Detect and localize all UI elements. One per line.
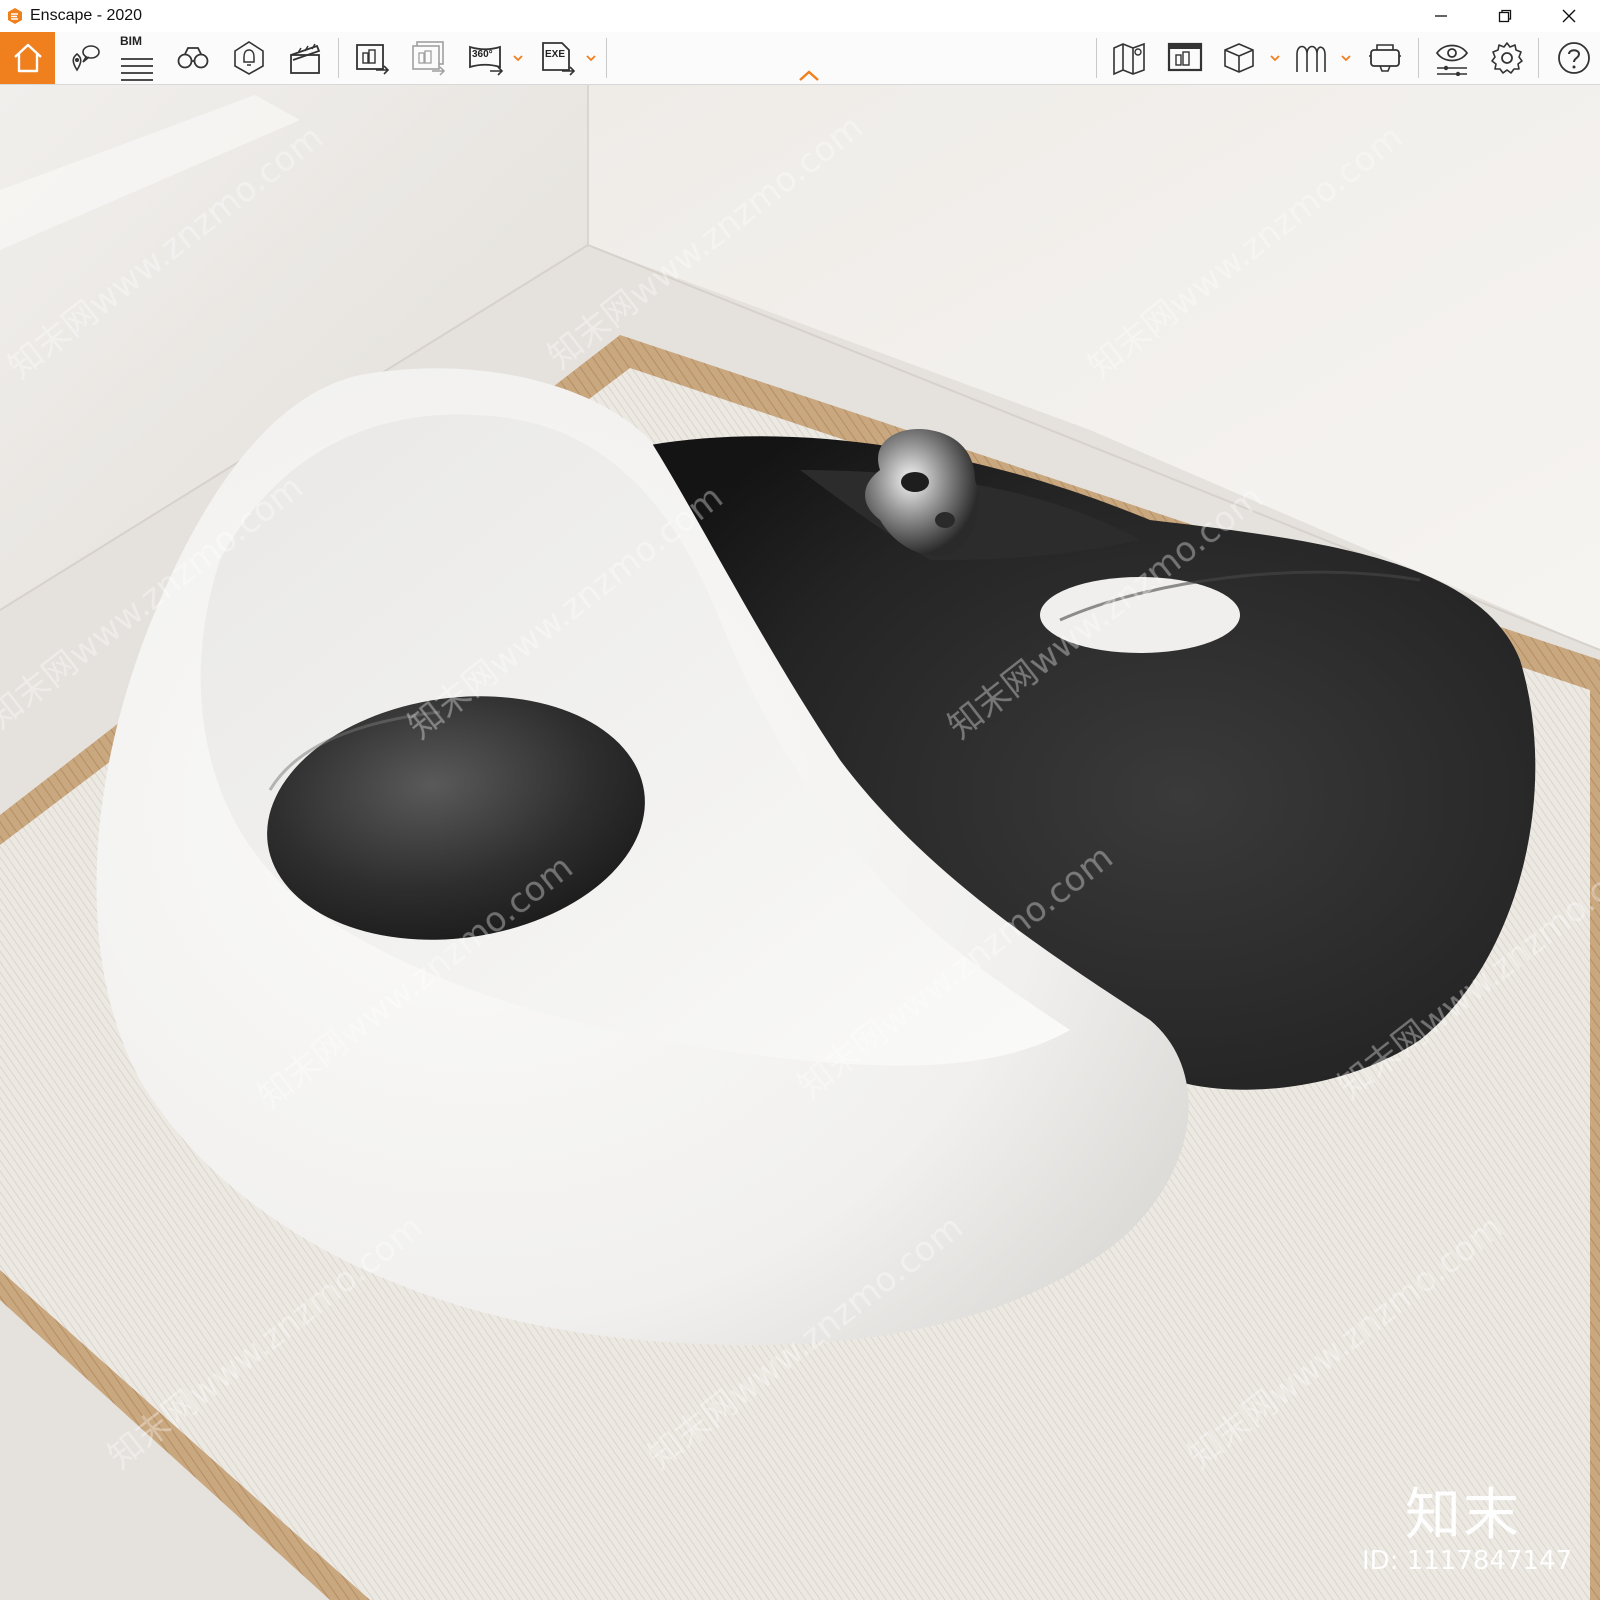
chevron-down-icon[interactable] [512,52,524,64]
chevron-down-icon[interactable] [1340,52,1352,64]
cube-view-icon [1224,43,1254,73]
scene-render [0,85,1600,1600]
bim-panel-icon [121,58,153,81]
close-icon [1562,9,1576,23]
toolbar-separator [606,38,607,78]
panorama-export-button[interactable]: 360° [462,32,510,84]
help-button[interactable] [1552,32,1596,84]
bim-button[interactable]: BIM [114,32,160,84]
settings-gear-icon [1491,42,1523,74]
panorama-label: 360° [472,49,493,60]
toolbar-separator [338,38,339,78]
video-editor-button[interactable] [282,32,328,84]
bim-label: BIM [120,34,142,48]
vr-headset-icon [1369,44,1401,72]
restore-icon [1498,9,1512,23]
chevron-down-icon[interactable] [585,52,597,64]
home-icon [13,43,42,73]
batch-export-button[interactable] [404,32,452,84]
watermark-logo: 知末 [1405,1483,1521,1548]
location-pin-icon [72,45,100,72]
watermark-id: ID: 1117847147 [1362,1546,1573,1576]
asset-library-button[interactable] [1162,32,1208,84]
restore-button[interactable] [1482,0,1528,32]
window-title: Enscape - 2020 [30,7,143,24]
render-export-button[interactable] [348,32,396,84]
mode-button[interactable] [1288,32,1334,84]
views-button[interactable] [170,32,216,84]
light-icon [234,41,264,75]
home-button[interactable] [0,32,55,84]
map-icon [1113,42,1145,76]
exe-export-button[interactable]: EXE [534,32,582,84]
help-icon [1558,42,1590,74]
render-viewport[interactable]: 知末网www.znzmo.com 知末网www.znzmo.com 知末网www… [0,85,1600,1600]
light-button[interactable] [226,32,272,84]
title-bar: Enscape - 2020 [0,0,1600,32]
settings-button[interactable] [1484,32,1530,84]
map-button[interactable] [1106,32,1152,84]
location-button[interactable] [62,32,106,84]
chevron-down-icon[interactable] [1269,52,1281,64]
clapperboard-icon [290,43,321,74]
vr-headset-button[interactable] [1362,32,1408,84]
collapse-toolbar-icon[interactable] [798,70,820,82]
exe-label: EXE [545,49,566,60]
minimize-icon [1435,15,1447,17]
cube-view-button[interactable] [1216,32,1262,84]
toolbar-separator [1096,38,1097,78]
toolbar-separator [1538,38,1539,78]
visual-settings-button[interactable] [1428,32,1476,84]
minimize-button[interactable] [1418,0,1464,32]
asset-library-icon [1167,42,1203,72]
binoculars-icon [177,47,209,69]
render-export-icon [356,44,390,75]
visual-settings-icon [1435,44,1469,76]
mode-icon [1296,45,1326,72]
enscape-logo-icon [8,8,22,24]
toolbar-separator [1418,38,1419,78]
batch-export-icon [412,41,446,76]
close-button[interactable] [1546,0,1592,32]
